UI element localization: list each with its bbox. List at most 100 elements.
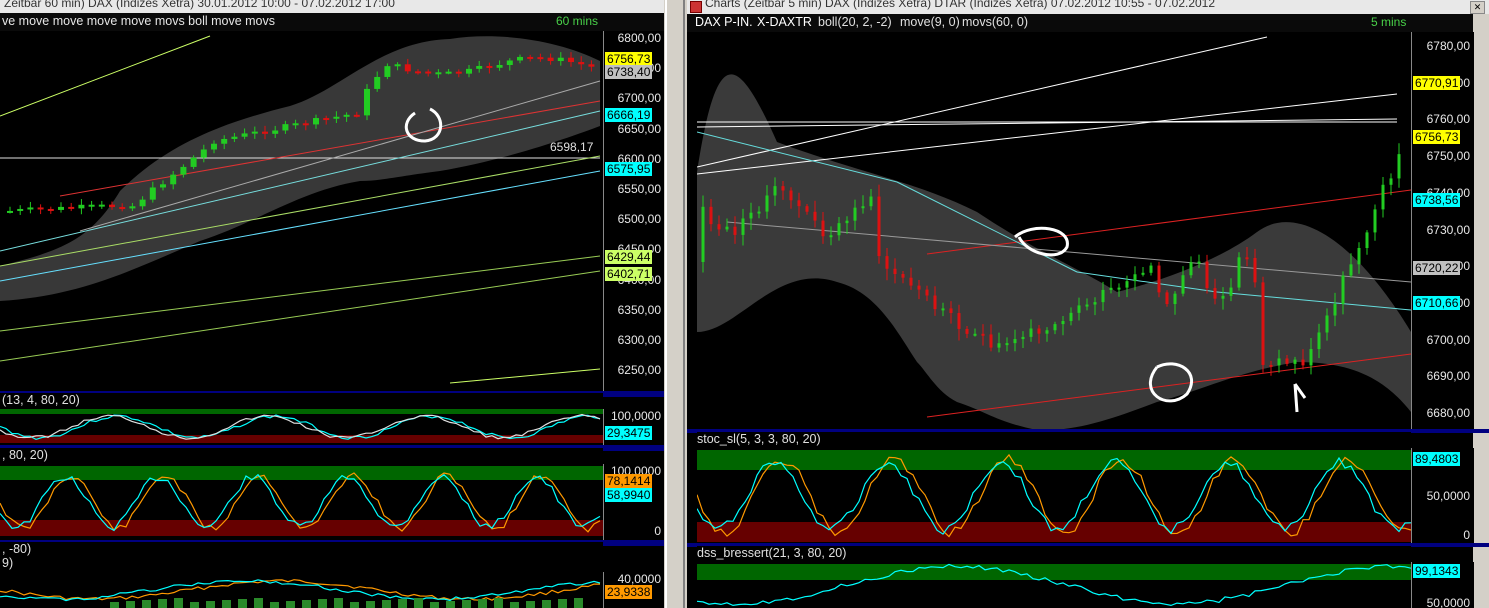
close-icon[interactable]: ✕	[1470, 1, 1485, 14]
right-candle-body	[1005, 343, 1009, 346]
left-dss-histogram-bar	[366, 601, 375, 608]
left-candle-body	[343, 114, 350, 117]
left-dss-histogram-bar	[302, 600, 311, 608]
right-candle-body	[1357, 247, 1361, 265]
left-window-titlebar[interactable]: Zeitbar 60 min) DAX (Indizes Xetra) 30.0…	[0, 0, 664, 14]
left-candle-body	[557, 57, 564, 62]
right-candle-body	[925, 289, 929, 296]
right-candle-body	[1325, 315, 1329, 333]
left-dss-scale[interactable]: 40,0000 23,9338	[603, 572, 664, 608]
right-dss-scale[interactable]: 99,1343 50,0000	[1411, 562, 1474, 608]
right-stoch-scale[interactable]: 89,4803 50,0000 0	[1411, 448, 1474, 544]
left-price-scale[interactable]: 6800,006750,006700,006650,006600,006550,…	[603, 31, 664, 391]
right-candle-body	[1317, 332, 1321, 350]
right-candle-body	[789, 190, 793, 201]
right-header-movs: movs(60, 0)	[962, 15, 1028, 29]
right-price-tick: 6730,00	[1426, 222, 1470, 237]
left-stoch2-marker-1: 78,1414	[605, 474, 653, 488]
left-price-plot[interactable]	[0, 31, 603, 391]
left-candle-body	[119, 207, 126, 210]
right-trend-line	[696, 93, 1398, 175]
right-candle-body	[765, 195, 769, 212]
right-dss-plot[interactable]	[696, 562, 1412, 608]
left-dss-histogram-bar	[478, 599, 487, 608]
right-candlestick-chart	[696, 36, 1412, 431]
left-candle-body	[27, 207, 34, 210]
left-candle-body	[68, 206, 75, 209]
right-price-tick: 6700,00	[1426, 332, 1470, 347]
right-candle-body	[1245, 257, 1249, 260]
right-interval-label[interactable]: 5 mins	[1371, 15, 1406, 29]
left-candle-body	[262, 131, 268, 134]
right-candle-body	[861, 206, 865, 209]
right-candle-body	[1381, 184, 1385, 210]
left-dss-histogram-bar	[110, 602, 119, 608]
left-price-marker: 6666,19	[605, 108, 653, 122]
left-candle-body	[88, 204, 95, 207]
right-candle-body	[1333, 303, 1337, 316]
left-candle-body	[58, 206, 64, 210]
right-dss-label: dss_bressert(21, 3, 80, 20)	[697, 546, 847, 560]
left-price-tick: 6800,00	[617, 31, 661, 45]
left-stoch2-scale[interactable]: 100,0000 0 78,1414 58,9940	[603, 464, 664, 540]
left-stoch1-scale[interactable]: 100,0000 29,3475	[603, 409, 664, 445]
left-window-title: Zeitbar 60 min) DAX (Indizes Xetra) 30.0…	[4, 0, 395, 10]
right-candle-body	[1037, 328, 1041, 334]
right-price-scale[interactable]: 6780,006770,006760,006750,006740,006730,…	[1411, 32, 1474, 432]
right-candle-body	[941, 308, 945, 311]
left-candle-body	[455, 71, 462, 74]
left-price-tick: 6500,00	[617, 212, 661, 227]
right-dss-zone	[697, 564, 1411, 580]
right-candle-body	[973, 333, 977, 336]
right-header-instrument: DAX P-IN.	[695, 15, 753, 29]
left-dss-histogram-bar	[510, 602, 519, 608]
window-splitter[interactable]	[664, 0, 687, 608]
left-stoch1-plot[interactable]	[0, 409, 603, 445]
right-candle-body	[1045, 330, 1049, 334]
left-stoch2-header: , 80, 20)	[0, 448, 603, 464]
right-stoch-chart	[696, 450, 1412, 542]
right-candle-body	[773, 186, 777, 196]
right-candle-body	[733, 226, 737, 235]
right-candle-body	[1205, 261, 1209, 289]
right-candle-body	[1197, 261, 1201, 264]
left-dss-histogram-bar	[238, 599, 247, 608]
right-price-tick: 6760,00	[1426, 112, 1470, 127]
right-price-tick: 6780,00	[1426, 39, 1470, 53]
left-dss-plot[interactable]	[0, 572, 603, 608]
left-candle-body	[527, 56, 534, 59]
right-stoch-plot[interactable]	[696, 448, 1412, 544]
right-bollinger-band	[697, 74, 1411, 431]
right-window-scrollbar[interactable]	[1473, 14, 1489, 608]
left-candle-body	[139, 199, 146, 207]
chart-app-icon	[690, 1, 702, 13]
right-candle-body	[1021, 336, 1025, 340]
right-chart-window[interactable]: Charts (Zeitbar 5 min) DAX (Indizes Xetr…	[687, 0, 1489, 608]
right-candle-body	[1133, 274, 1137, 282]
left-candle-body	[302, 123, 309, 126]
left-price-tick: 6700,00	[617, 91, 661, 106]
right-stoch-header: stoc_sl(5, 3, 3, 80, 20)	[697, 432, 1411, 448]
right-stoch-marker: 89,4803	[1413, 452, 1461, 466]
right-window-titlebar[interactable]: Charts (Zeitbar 5 min) DAX (Indizes Xetr…	[687, 0, 1489, 14]
left-candle-body	[353, 114, 360, 117]
right-annotation-arrow	[1293, 383, 1307, 413]
left-dss-histogram-bar	[558, 599, 567, 608]
right-candle-body	[1285, 358, 1289, 364]
left-candle-body	[394, 64, 401, 67]
right-trend-line	[696, 36, 1268, 168]
right-candle-body	[1261, 282, 1265, 365]
left-dss-histogram-bar	[142, 600, 151, 608]
right-candle-body	[869, 196, 873, 207]
right-chart-header: DAX P-IN. X-DAXTR boll(20, 2, -2) move(9…	[687, 14, 1489, 32]
left-candle-body	[17, 208, 24, 211]
right-candle-body	[797, 200, 801, 207]
left-chart-window[interactable]: Zeitbar 60 min) DAX (Indizes Xetra) 30.0…	[0, 0, 664, 608]
left-candle-body	[374, 76, 381, 89]
right-dss-marker: 99,1343	[1413, 564, 1461, 578]
left-stoch2-plot[interactable]	[0, 464, 603, 540]
left-interval-label[interactable]: 60 mins	[556, 14, 598, 28]
left-candle-body	[272, 130, 279, 134]
right-price-plot[interactable]	[696, 32, 1412, 432]
left-candle-body	[496, 64, 503, 68]
